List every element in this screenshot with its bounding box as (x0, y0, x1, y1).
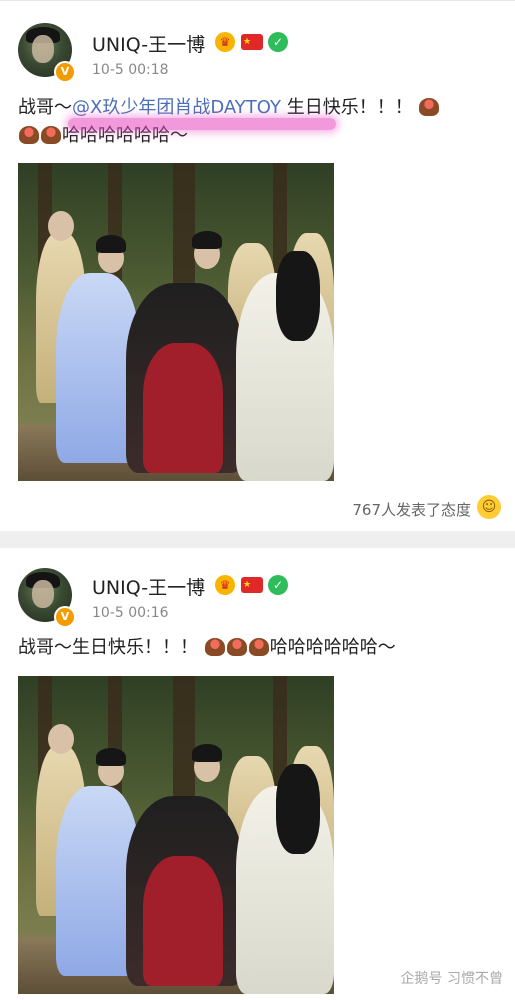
check-circle-icon: ✓ (268, 32, 288, 52)
person-long-hair (276, 764, 320, 854)
reactions-count[interactable]: 767人发表了态度 (352, 499, 471, 520)
post-time: 10-5 00:16 (92, 605, 169, 621)
red-robe-panel (143, 343, 223, 473)
text-middle: 生日快乐！！！ (280, 97, 413, 118)
post-photo[interactable] (18, 163, 334, 481)
check-circle-icon: ✓ (268, 575, 288, 595)
crown-icon: ♛ (215, 575, 235, 595)
person-hair (192, 744, 222, 762)
highlight-underline (68, 118, 336, 130)
china-flag-icon: ★ (241, 34, 263, 50)
cake-emoji-icon (248, 638, 269, 656)
mention-link[interactable]: @X玖少年团肖战DAYTOY (72, 97, 281, 118)
person-head (48, 724, 74, 754)
person-hair (96, 235, 126, 253)
person-long-hair (276, 251, 320, 341)
watermark: 企鹅号 习惯不曾 (400, 971, 503, 987)
post-time: 10-5 00:18 (92, 62, 169, 78)
cake-emoji-icon (19, 126, 39, 144)
red-robe-panel (143, 856, 223, 986)
cake-emoji-icon (419, 98, 440, 116)
crown-icon: ♛ (215, 32, 235, 52)
username[interactable]: UNIQ-王一博 (92, 573, 205, 600)
china-flag-icon: ★ (241, 577, 263, 593)
post-text: 战哥～生日快乐！！！ 哈哈哈哈哈哈～ (18, 634, 501, 662)
weibo-post-2: V UNIQ-王一博 ♛ ★ ✓ 10-5 00:16 战哥～生日快乐！！！ 哈… (0, 548, 515, 1000)
avatar-face (32, 35, 54, 63)
smile-emoji-icon[interactable]: ☺ (477, 495, 501, 519)
avatar-face (32, 580, 54, 608)
weibo-post-1: V UNIQ-王一博 ♛ ★ ✓ 10-5 00:18 战哥～@X玖少年团肖战D… (0, 0, 515, 531)
cake-emoji-icon (204, 638, 225, 656)
person-hair (192, 231, 222, 249)
person-head (48, 211, 74, 241)
verified-badge: V (54, 606, 76, 628)
cake-emoji-icon (226, 638, 247, 656)
text-prefix: 战哥～生日快乐！！！ (18, 637, 198, 658)
post-photo[interactable] (18, 676, 334, 994)
cake-emoji-icon (41, 126, 61, 144)
person-hair (96, 748, 126, 766)
text-prefix: 战哥～ (18, 97, 72, 118)
text-suffix: 哈哈哈哈哈哈～ (269, 637, 396, 658)
username[interactable]: UNIQ-王一博 (92, 30, 205, 57)
verified-badge: V (54, 61, 76, 83)
